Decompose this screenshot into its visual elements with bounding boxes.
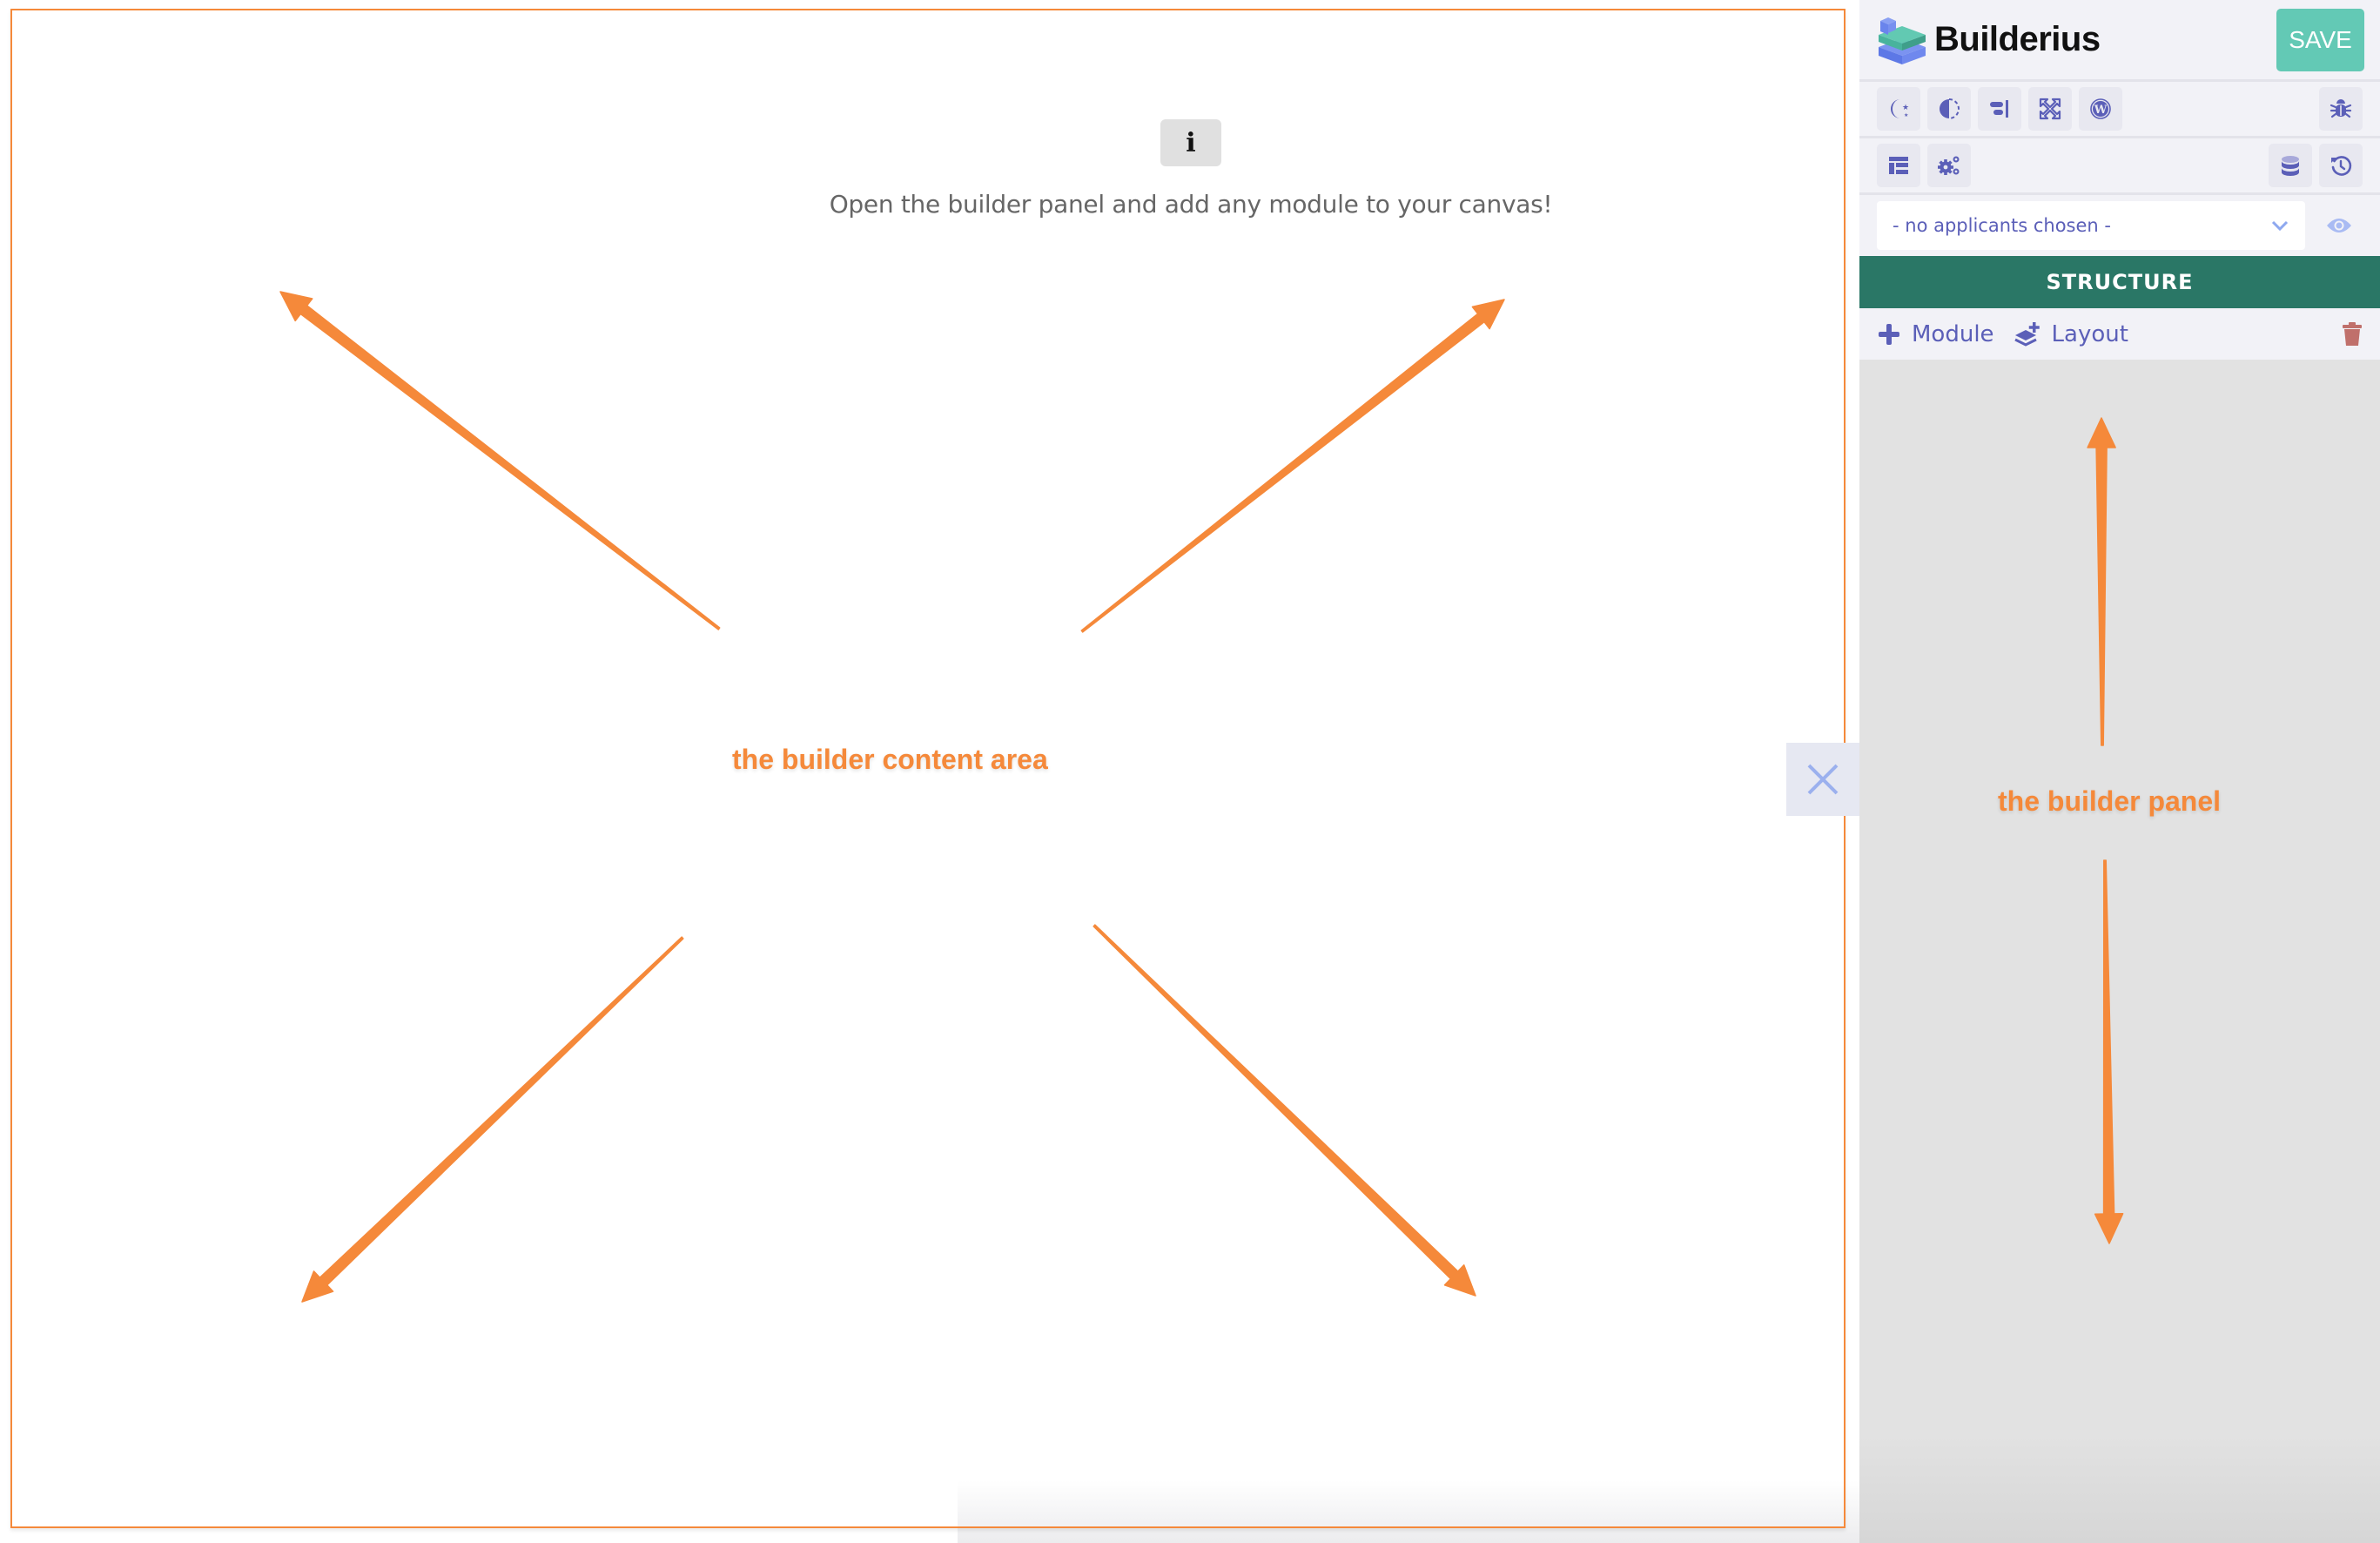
preview-toggle[interactable] (2324, 211, 2354, 240)
settings-button[interactable] (1927, 144, 1971, 187)
structure-tab[interactable]: STRUCTURE (1859, 256, 2380, 308)
info-icon: i (1160, 119, 1221, 166)
expand-arrows-icon (2039, 98, 2061, 120)
contrast-icon (1940, 98, 1960, 119)
logo-text: Builderius (1934, 19, 2101, 58)
trash-icon (2343, 321, 2362, 346)
dark-mode-button[interactable]: ★ ★ (1877, 87, 1920, 131)
svg-text:★: ★ (1902, 104, 1909, 112)
applicants-row: - no applicants chosen - (1859, 195, 2380, 256)
builder-content-area: i Open the builder panel and add any mod… (0, 0, 1859, 1543)
add-layout-label: Layout (2051, 320, 2128, 347)
empty-canvas-message: Open the builder panel and add any modul… (829, 190, 1553, 219)
debug-button[interactable] (2319, 87, 2363, 131)
add-layout-button[interactable]: Layout (2014, 321, 2128, 347)
data-button[interactable] (2269, 144, 2312, 187)
clear-structure-button[interactable] (2342, 321, 2363, 347)
moon-stars-icon: ★ ★ (1891, 99, 1909, 118)
eye-icon (2327, 219, 2351, 232)
wordpress-button[interactable]: W (2079, 87, 2122, 131)
close-panel-button[interactable] (1786, 743, 1859, 816)
layout-list-icon (1889, 157, 1908, 174)
database-icon (2282, 156, 2299, 176)
applicants-select[interactable]: - no applicants chosen - (1877, 201, 2305, 250)
add-module-button[interactable]: Module (1877, 321, 1994, 347)
builder-panel: Builderius SAVE ★ ★ W - no applicants ch… (1859, 0, 2380, 1543)
save-button[interactable]: SAVE (2276, 9, 2364, 71)
panel-toolbar-secondary (1859, 138, 2380, 195)
svg-text:W: W (2094, 104, 2108, 117)
chevron-down-icon (2271, 220, 2289, 232)
structure-actions: Module Layout (1859, 308, 2380, 360)
history-icon (2331, 156, 2352, 176)
panel-header: Builderius SAVE (1859, 0, 2380, 82)
logo: Builderius (1875, 12, 2101, 66)
applicants-select-value: - no applicants chosen - (1893, 215, 2111, 236)
cogs-icon (1938, 156, 1960, 175)
align-right-icon (1990, 100, 2008, 118)
annotation-content-area-label: the builder content area (732, 744, 1048, 775)
builderius-logo-icon (1879, 17, 1926, 64)
add-module-label: Module (1912, 320, 1994, 347)
contrast-button[interactable] (1927, 87, 1971, 131)
panel-toolbar-primary: ★ ★ W (1859, 82, 2380, 138)
fullscreen-button[interactable] (2028, 87, 2072, 131)
layers-plus-icon (2014, 321, 2040, 347)
svg-text:★: ★ (1904, 112, 1908, 118)
plus-icon (1879, 323, 1899, 345)
wordpress-icon: W (2090, 98, 2111, 119)
history-button[interactable] (2319, 144, 2363, 187)
annotation-panel-label: the builder panel (1998, 785, 2222, 817)
panel-position-button[interactable] (1978, 87, 2021, 131)
bug-icon (2330, 99, 2352, 118)
layout-view-button[interactable] (1877, 144, 1920, 187)
close-icon (1807, 764, 1839, 795)
